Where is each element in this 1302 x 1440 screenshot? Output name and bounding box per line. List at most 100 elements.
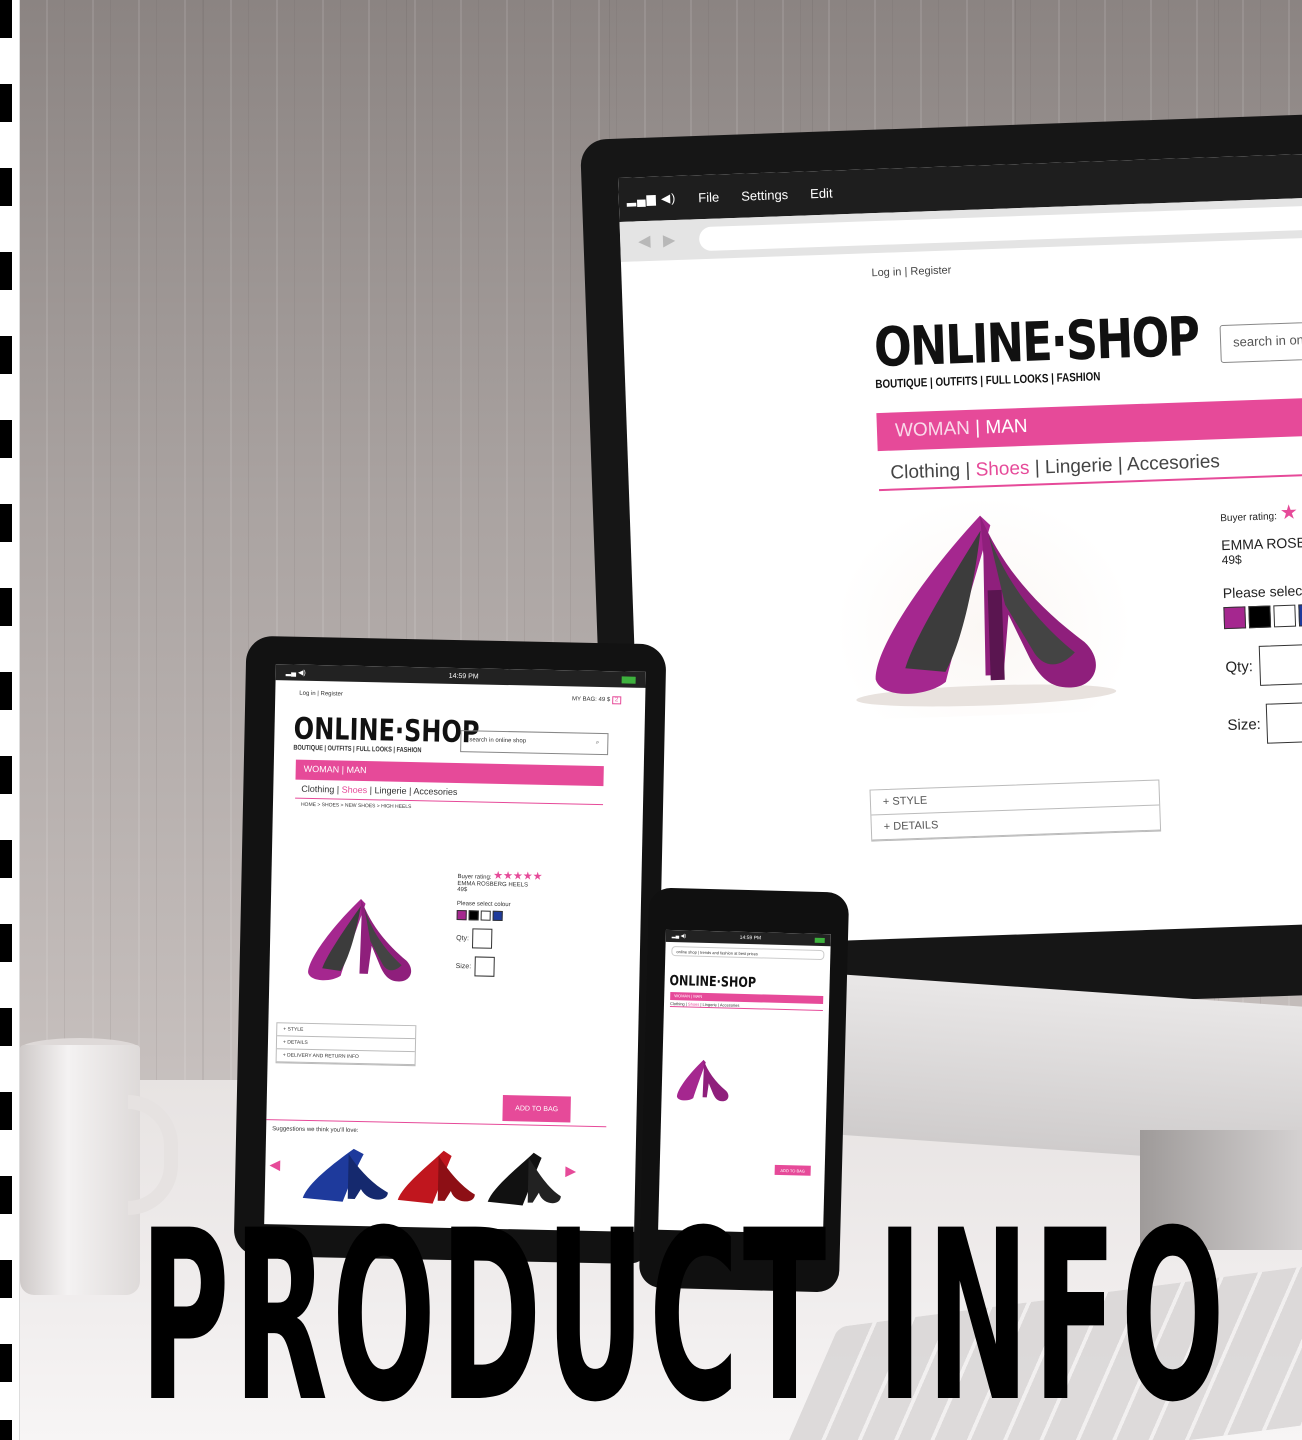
perforation-mark: [0, 1008, 12, 1046]
tablet-category-clothing[interactable]: Clothing: [301, 784, 334, 795]
search-icon[interactable]: ⌕: [596, 740, 599, 747]
desktop-screen: ▂▄▆ ◀) File Settings Edit ◀ ▶ Log in | R…: [618, 153, 1302, 948]
tablet-search-placeholder: search in online shop: [469, 737, 527, 745]
perforation-mark: [0, 840, 12, 878]
perforation-mark: [0, 168, 12, 206]
perforation-mark: [0, 756, 12, 794]
phone-url-bar[interactable]: online shop | trends and fashion at best…: [671, 946, 825, 961]
tablet-search-input[interactable]: search in online shop ⌕: [460, 730, 609, 756]
rating-label: Buyer rating:: [1220, 511, 1278, 525]
phone-add-to-bag-button[interactable]: ADD TO BAG: [774, 1164, 811, 1176]
tablet-bag-total: MY BAG: 49 $: [571, 696, 611, 704]
select-colour-label: Please select colour: [1222, 581, 1302, 602]
tablet-product-image[interactable]: [289, 880, 431, 1003]
qty-label: Qty:: [1225, 657, 1254, 676]
product-name: EMMA ROSBERG HEELS: [1220, 531, 1302, 554]
tablet-qty-input[interactable]: [471, 928, 493, 949]
rating-stars-icon: ★★★★★: [493, 869, 543, 883]
phone-shop-logo[interactable]: ONLINE·SHOP: [664, 973, 796, 991]
perforation-mark: [0, 1260, 12, 1298]
battery-icon: [621, 675, 636, 684]
quantity-row: Qty:: [1225, 642, 1302, 688]
tablet-category-lingerie[interactable]: Lingerie: [374, 785, 406, 796]
swatch-purple[interactable]: [1223, 606, 1247, 630]
menu-file[interactable]: File: [698, 189, 719, 205]
carousel-right-icon[interactable]: ▶: [565, 1162, 576, 1179]
register-link[interactable]: Register: [910, 264, 951, 277]
perforation-mark: [0, 0, 12, 38]
tablet-bag[interactable]: MY BAG: 49 $ 2: [571, 696, 622, 705]
perforation-mark: [0, 1420, 12, 1440]
category-lingerie[interactable]: Lingerie: [1045, 455, 1113, 478]
product-info-panel: Buyer rating: ★ EMMA ROSBERG HEELS 49$ P…: [1220, 497, 1302, 745]
perforation-mark: [0, 1344, 12, 1382]
account-links: Log in | Register: [871, 252, 1302, 279]
category-shoes[interactable]: Shoes: [975, 458, 1030, 481]
tablet-swatch-white[interactable]: [480, 910, 491, 921]
headline-overlay: PRODUCT INFO: [140, 1181, 1229, 1440]
phone-category-accesories[interactable]: Accesories: [720, 1002, 740, 1008]
nav-man[interactable]: MAN: [985, 416, 1028, 438]
swatch-blue[interactable]: [1298, 603, 1302, 627]
category-accesories[interactable]: Accesories: [1127, 451, 1221, 475]
phone-battery-icon: [814, 937, 825, 943]
tablet-swatch-purple[interactable]: [456, 910, 467, 921]
size-label: Size:: [1227, 715, 1262, 734]
rating-star-icon: ★: [1279, 501, 1299, 525]
phone-category-shoes[interactable]: Shoes: [688, 1001, 699, 1006]
bag-icon: 2: [611, 696, 622, 705]
suggestions-heading: Suggestions we think you'll love:: [265, 1119, 607, 1146]
tablet-product-info: Buyer rating: ★★★★★ EMMA ROSBERG HEELS 4…: [455, 868, 607, 979]
tablet-swatch-blue[interactable]: [492, 910, 503, 921]
swatch-white[interactable]: [1273, 604, 1297, 628]
perforation-mark: [0, 252, 12, 290]
colour-swatches: [1223, 602, 1302, 630]
menu-settings[interactable]: Settings: [741, 187, 788, 204]
tablet-category-shoes[interactable]: Shoes: [342, 785, 368, 796]
tablet-time: 14:59 PM: [448, 672, 479, 680]
add-to-bag-button[interactable]: ADD TO BAG: [502, 1095, 571, 1123]
perforation-mark: [0, 924, 12, 962]
perforation-mark: [0, 1092, 12, 1130]
product-accordion: + STYLE + DETAILS: [869, 779, 1162, 842]
phone-category-lingerie[interactable]: Lingerie: [703, 1002, 717, 1007]
menu-edit[interactable]: Edit: [810, 185, 833, 201]
tablet-swatch-black[interactable]: [468, 910, 479, 921]
size-input[interactable]: [1266, 702, 1302, 744]
login-link[interactable]: Log in: [871, 266, 901, 279]
swatch-black[interactable]: [1248, 605, 1272, 629]
phone-signal-icon: ▂▄ ◀): [671, 933, 687, 940]
perforation-mark: [0, 336, 12, 374]
phone-product-image[interactable]: [667, 1050, 739, 1112]
perforation-mark: [0, 1176, 12, 1214]
tablet-colour-swatches: [456, 910, 607, 923]
tablet-size-input[interactable]: [473, 956, 495, 977]
high-heels-image: [856, 515, 1117, 707]
tablet-login-register[interactable]: Log in | Register: [299, 691, 343, 698]
perforation-mark: [0, 504, 12, 542]
tablet-screen: ▂▄ ◀) 14:59 PM Log in | Register MY BAG:…: [264, 664, 646, 1232]
tablet-accordion: + STYLE + DETAILS + DELIVERY AND RETURN …: [275, 1022, 417, 1067]
tablet-size-row: Size:: [455, 956, 605, 979]
tablet-rating-label: Buyer rating:: [457, 874, 492, 881]
tablet-category-accesories[interactable]: Accesories: [413, 786, 457, 797]
qty-input[interactable]: [1258, 644, 1302, 686]
nav-woman[interactable]: WOMAN: [895, 418, 971, 442]
phone-category-clothing[interactable]: Clothing: [670, 1001, 685, 1006]
tablet-size-label: Size:: [455, 962, 472, 970]
perforated-edge: [0, 0, 20, 1440]
perforation-mark: [0, 588, 12, 626]
tablet-select-colour: Please select colour: [456, 901, 511, 909]
tablet-accordion-delivery[interactable]: + DELIVERY AND RETURN INFO: [276, 1049, 415, 1066]
perforation-mark: [0, 420, 12, 458]
search-input[interactable]: search in online shop: [1219, 320, 1302, 364]
back-forward-icon[interactable]: ◀ ▶: [638, 230, 680, 251]
carousel-left-icon[interactable]: ◀: [269, 1156, 280, 1173]
signal-volume-icon: ▂▄▆ ◀): [626, 190, 677, 207]
product-image[interactable]: [829, 490, 1137, 721]
tablet-qty-label: Qty:: [456, 934, 470, 942]
category-clothing[interactable]: Clothing: [890, 460, 960, 483]
shop-logo[interactable]: ONLINE·SHOP: [873, 305, 1244, 379]
tablet-signal-icon: ▂▄ ◀): [285, 669, 306, 677]
buyer-rating: Buyer rating: ★: [1220, 497, 1302, 528]
